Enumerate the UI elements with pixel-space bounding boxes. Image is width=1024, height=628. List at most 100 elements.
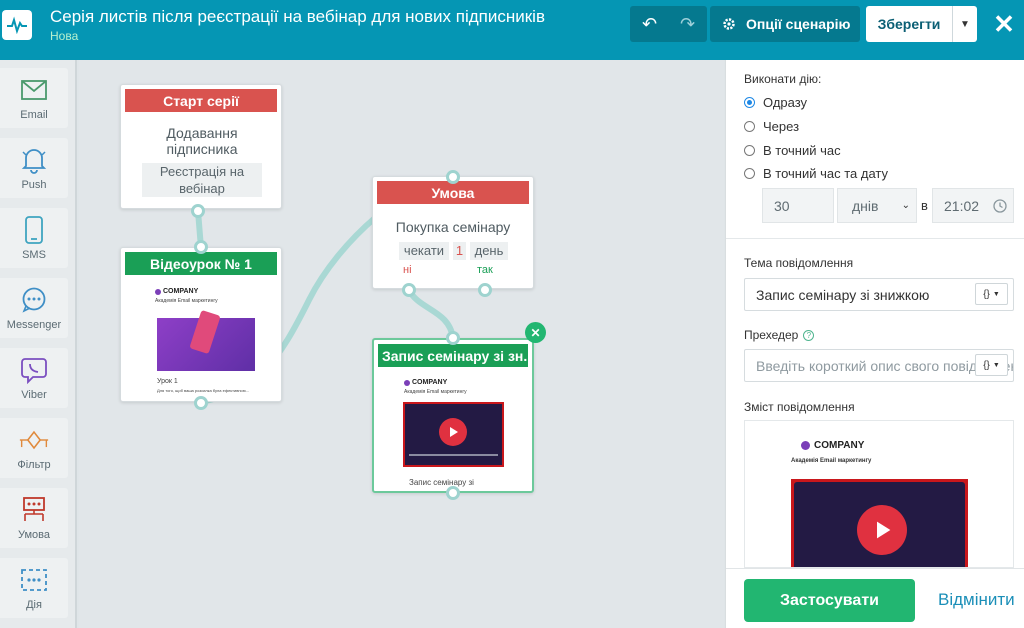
scenario-options-button[interactable]: Опції сценарію: [710, 6, 860, 42]
preview-company-name: COMPANY: [814, 440, 865, 451]
save-dropdown-button[interactable]: ▼: [952, 6, 977, 42]
thumb-subtitle: Академія Email маркетингу: [404, 389, 467, 395]
help-icon[interactable]: ?: [803, 329, 815, 341]
preview-company-logo: COMPANY: [801, 440, 864, 451]
braces-icon: {}: [983, 288, 990, 300]
action-label: Виконати дію:: [744, 72, 822, 86]
filter-icon: [19, 425, 49, 455]
video-thumb-frame: [403, 402, 504, 467]
redo-icon: ↷: [679, 13, 696, 34]
app-logo-icon[interactable]: [2, 10, 32, 40]
caret-down-icon: ▼: [960, 18, 970, 30]
radio-label: В точний час та дату: [763, 166, 889, 181]
video-thumb: [405, 404, 502, 465]
thumb-company-name: COMPANY: [412, 379, 448, 386]
condition-icon: [19, 495, 49, 525]
chevron-down-icon: ⌄: [901, 200, 910, 211]
delay-unit-select[interactable]: днів ⌄: [837, 188, 917, 223]
preheader-label: Прехедер: [744, 328, 799, 342]
condition-no-port[interactable]: [402, 283, 416, 297]
caret-down-icon: ▼: [992, 290, 1000, 298]
tool-label: SMS: [22, 249, 46, 261]
chat-icon: [19, 285, 49, 315]
lesson-node[interactable]: Відеоурок № 1 COMPANY Академія Email мар…: [120, 247, 282, 402]
thumb-lesson-text: Для того, щоб ваша розсилка була ефектив…: [157, 388, 250, 393]
phone-icon: [19, 215, 49, 245]
subject-input[interactable]: Запис семінару зі знижкою: [744, 278, 1014, 311]
save-button[interactable]: Зберегти: [866, 6, 952, 42]
tool-email[interactable]: Email: [0, 68, 68, 128]
wait-unit-chip: день: [470, 242, 508, 260]
scenario-title[interactable]: Серія листів після реєстрації на вебінар…: [50, 7, 545, 27]
subject-variable-button[interactable]: {} ▼: [975, 283, 1008, 305]
envelope-icon: [19, 75, 49, 105]
tool-sms[interactable]: SMS: [0, 208, 68, 268]
radio-exact-datetime[interactable]: В точний час та дату: [744, 166, 888, 181]
preheader-variable-button[interactable]: {} ▼: [975, 354, 1008, 376]
scenario-options-label: Опції сценарію: [746, 16, 851, 32]
cancel-button[interactable]: Відмінити: [938, 590, 1015, 610]
apply-button[interactable]: Застосувати: [744, 579, 915, 622]
thumb-subtitle: Академія Email маркетингу: [155, 298, 218, 304]
radio-immediately[interactable]: Одразу: [744, 95, 807, 110]
redo-button[interactable]: ↷: [668, 6, 707, 42]
close-button[interactable]: ✕: [990, 8, 1018, 40]
start-node-trigger-chip: Реєстрація на вебінар: [142, 163, 262, 197]
start-node[interactable]: Старт серії Додавання підписника Реєстра…: [120, 84, 282, 209]
delay-unit-value: днів: [852, 197, 879, 214]
bell-icon: [19, 145, 49, 175]
radio-button[interactable]: [744, 145, 755, 156]
condition-yes-port[interactable]: [478, 283, 492, 297]
time-input[interactable]: 21:02: [932, 188, 1014, 223]
condition-node[interactable]: Умова Покупка семінару чекати 1 день ні …: [372, 176, 534, 289]
action-icon: [19, 565, 49, 595]
tool-label: Email: [20, 109, 48, 121]
wait-value-chip: 1: [453, 242, 466, 260]
seminar-node-out-port[interactable]: [446, 486, 460, 500]
video-progress-bar: [409, 454, 498, 456]
thumb-caption: Запис семінару зі: [409, 478, 474, 487]
preheader-label-row: Прехедер ?: [744, 328, 815, 342]
company-dot-icon: [155, 288, 161, 295]
lesson-node-out-port[interactable]: [194, 396, 208, 410]
radio-button[interactable]: [744, 121, 755, 132]
workflow-canvas[interactable]: Старт серії Додавання підписника Реєстра…: [79, 60, 724, 628]
tool-messenger[interactable]: Messenger: [0, 278, 68, 338]
braces-icon: {}: [983, 359, 990, 371]
seminar-node[interactable]: Запис семінару зі зн... COMPANY Академія…: [372, 338, 534, 493]
preheader-input[interactable]: Введіть короткий опис свого повідомлення: [744, 349, 1014, 382]
radio-after[interactable]: Через: [744, 119, 799, 134]
tool-label: Messenger: [6, 319, 62, 331]
start-node-header: Старт серії: [125, 89, 277, 112]
email-content-preview[interactable]: COMPANY Академія Email маркетингу: [744, 420, 1014, 568]
settings-panel: Виконати дію: Одразу Через В точний час …: [725, 60, 1024, 628]
condition-yes-label: так: [477, 264, 493, 276]
phone-image: [189, 309, 221, 355]
seminar-node-header: Запис семінару зі зн...: [378, 344, 528, 367]
thumb-company-name: COMPANY: [163, 288, 199, 295]
scenario-status: Нова: [50, 29, 79, 43]
radio-button[interactable]: [744, 168, 755, 179]
viber-icon: [19, 355, 49, 385]
radio-exact-time[interactable]: В точний час: [744, 143, 841, 158]
lesson-node-in-port[interactable]: [194, 240, 208, 254]
tool-action[interactable]: Дія: [0, 558, 68, 618]
start-node-out-port[interactable]: [191, 204, 205, 218]
radio-button[interactable]: [744, 97, 755, 108]
condition-no-label: ні: [403, 264, 412, 276]
tool-condition[interactable]: Умова: [0, 488, 68, 548]
condition-node-in-port[interactable]: [446, 170, 460, 184]
delete-node-button[interactable]: ✕: [525, 322, 546, 343]
delay-value-input[interactable]: 30: [762, 188, 834, 223]
panel-footer: Застосувати Відмінити: [726, 568, 1024, 628]
tool-filter[interactable]: Фільтр: [0, 418, 68, 478]
tool-viber[interactable]: Viber: [0, 348, 68, 408]
play-icon: [857, 505, 907, 555]
company-dot-icon: [801, 441, 810, 450]
seminar-node-in-port[interactable]: [446, 331, 460, 345]
tool-label: Фільтр: [17, 459, 51, 471]
toolbox: Email Push SMS Messenger Viber Фільтр Ум…: [0, 60, 77, 628]
undo-button[interactable]: ↶: [630, 6, 669, 42]
thumb-lesson-title: Урок 1: [157, 378, 178, 385]
tool-push[interactable]: Push: [0, 138, 68, 198]
